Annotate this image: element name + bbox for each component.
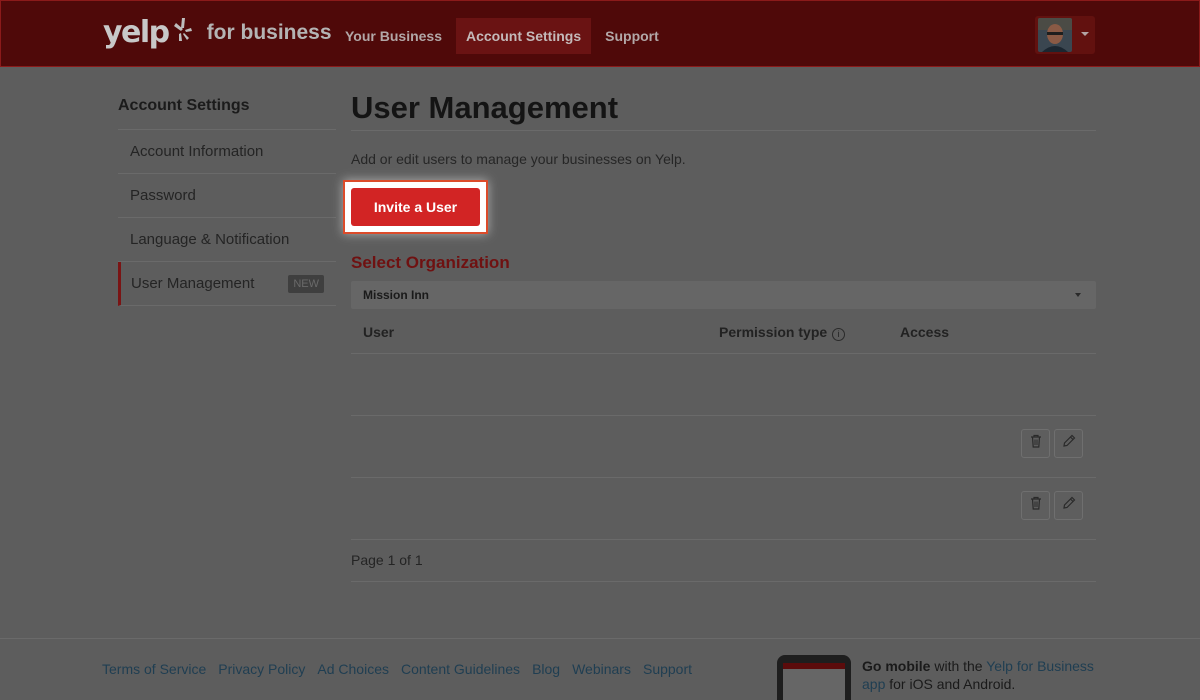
delete-button[interactable] bbox=[1021, 429, 1050, 458]
page-description: Add or edit users to manage your busines… bbox=[351, 151, 686, 167]
go-mobile-promo: Go mobile with the Yelp for Business app… bbox=[862, 657, 1102, 693]
top-nav: Your Business Account Settings Support bbox=[335, 18, 669, 54]
go-mobile-tail: for iOS and Android. bbox=[885, 676, 1016, 692]
info-icon[interactable]: i bbox=[832, 328, 846, 341]
trash-icon bbox=[1029, 496, 1043, 515]
invite-user-button[interactable]: Invite a User bbox=[351, 188, 480, 226]
trash-icon bbox=[1029, 434, 1043, 453]
organization-value: Mission Inn bbox=[363, 288, 429, 302]
go-mobile-heading: Go mobile bbox=[862, 658, 931, 674]
phone-screen bbox=[783, 663, 845, 700]
sidebar-item-language-notification[interactable]: Language & Notification bbox=[118, 218, 336, 262]
main-content: User Management Add or edit users to man… bbox=[351, 88, 1096, 167]
top-header: yelp for business Your Business Account … bbox=[0, 0, 1200, 67]
footer-link-privacy[interactable]: Privacy Policy bbox=[218, 661, 305, 677]
sidebar-item-password[interactable]: Password bbox=[118, 174, 336, 218]
new-badge: NEW bbox=[288, 275, 324, 293]
nav-your-business[interactable]: Your Business bbox=[335, 18, 452, 54]
select-organization-label: Select Organization bbox=[351, 253, 510, 272]
nav-account-settings[interactable]: Account Settings bbox=[456, 18, 592, 54]
page-title: User Management bbox=[351, 88, 1096, 131]
sidebar-item-account-information[interactable]: Account Information bbox=[118, 130, 336, 174]
yelp-for-business-logo[interactable]: yelp for business bbox=[103, 15, 332, 50]
table-row bbox=[351, 354, 1096, 416]
yelp-burst-icon bbox=[171, 16, 193, 49]
column-permission-type: Permission type i bbox=[719, 324, 846, 341]
footer-links: Terms of Service Privacy Policy Ad Choic… bbox=[102, 661, 704, 677]
sidebar-item-user-management[interactable]: User Management NEW bbox=[118, 262, 336, 306]
nav-support[interactable]: Support bbox=[595, 18, 669, 54]
sidebar-item-label: Password bbox=[130, 187, 196, 204]
chevron-down-icon bbox=[1081, 32, 1089, 36]
footer-link-terms[interactable]: Terms of Service bbox=[102, 661, 206, 677]
footer: Terms of Service Privacy Policy Ad Choic… bbox=[0, 638, 1200, 700]
sidebar-title: Account Settings bbox=[118, 94, 336, 130]
go-mobile-text: with the bbox=[930, 658, 987, 674]
column-access: Access bbox=[900, 324, 950, 340]
footer-link-support[interactable]: Support bbox=[643, 661, 692, 677]
edit-button[interactable] bbox=[1054, 491, 1083, 520]
column-permission-label: Permission type bbox=[719, 324, 828, 340]
sidebar-item-label: Account Information bbox=[130, 143, 264, 160]
pagination-text: Page 1 of 1 bbox=[351, 540, 1096, 582]
table-row bbox=[351, 478, 1096, 540]
settings-sidebar: Account Settings Account Information Pas… bbox=[118, 94, 336, 306]
user-menu[interactable] bbox=[1035, 16, 1095, 54]
edit-button[interactable] bbox=[1054, 429, 1083, 458]
mobile-app-phone-image bbox=[777, 655, 851, 700]
sidebar-item-label: Language & Notification bbox=[130, 231, 290, 248]
logo-suffix: for business bbox=[206, 20, 332, 44]
avatar bbox=[1038, 18, 1072, 52]
sidebar-item-label: User Management bbox=[131, 275, 255, 292]
footer-link-blog[interactable]: Blog bbox=[532, 661, 560, 677]
users-table-header: User Permission type i Access bbox=[351, 318, 1096, 354]
footer-link-content-guidelines[interactable]: Content Guidelines bbox=[401, 661, 520, 677]
invite-highlight: Invite a User bbox=[343, 180, 488, 234]
footer-link-ad-choices[interactable]: Ad Choices bbox=[317, 661, 389, 677]
footer-link-webinars[interactable]: Webinars bbox=[572, 661, 631, 677]
organization-select[interactable]: Mission Inn bbox=[351, 281, 1096, 309]
table-row bbox=[351, 416, 1096, 478]
pencil-icon bbox=[1062, 496, 1076, 515]
logo-wordmark: yelp bbox=[103, 15, 170, 50]
chevron-down-icon bbox=[1075, 293, 1081, 297]
column-user: User bbox=[363, 324, 395, 340]
delete-button[interactable] bbox=[1021, 491, 1050, 520]
pencil-icon bbox=[1062, 434, 1076, 453]
phone-app-bar bbox=[783, 663, 845, 669]
